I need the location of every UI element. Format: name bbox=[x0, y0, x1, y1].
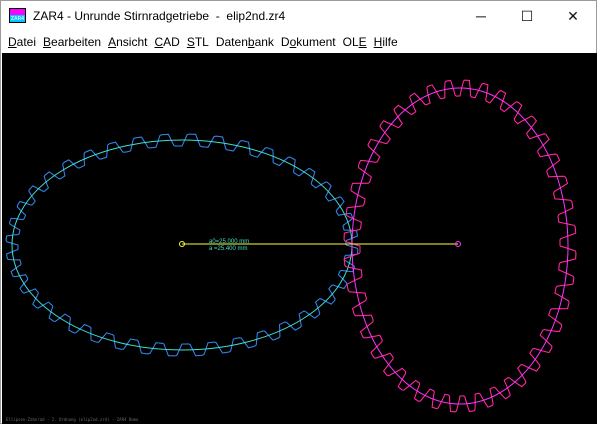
drawing-status-text: Ellipsen-Zahnrad - 2. Ordnung (elip2nd.z… bbox=[6, 417, 139, 422]
tooth-profile bbox=[5, 133, 359, 357]
menu-item[interactable]: Datei bbox=[1, 35, 36, 49]
actual-distance-label: a =25.400 mm bbox=[209, 246, 248, 252]
menu-item[interactable]: Bearbeiten bbox=[36, 35, 101, 49]
app-icon-text: ZAR4 bbox=[11, 16, 25, 22]
gear1-teeth bbox=[5, 133, 359, 357]
minimize-button[interactable]: ─ bbox=[458, 1, 504, 31]
maximize-button[interactable]: ☐ bbox=[504, 1, 550, 31]
title-bar[interactable]: ZAR4 ZAR4 - Unrunde Stirnradgetriebe - e… bbox=[1, 1, 596, 31]
maximize-icon: ☐ bbox=[520, 7, 534, 24]
menu-item[interactable]: OLE bbox=[336, 35, 367, 49]
app-icon: ZAR4 bbox=[9, 8, 26, 23]
close-button[interactable]: ✕ bbox=[550, 1, 596, 31]
close-icon: ✕ bbox=[567, 7, 579, 24]
drawing-canvas[interactable]: a0=25.000 mm a =25.400 mm Ellipsen-Zahnr… bbox=[2, 53, 597, 424]
gear1-pitch-curve bbox=[5, 133, 359, 357]
menu-item[interactable]: CAD bbox=[147, 35, 179, 49]
center-distance-label: a0=25.000 mm bbox=[209, 239, 249, 245]
menu-item[interactable]: Dokument bbox=[274, 35, 336, 49]
menu-item[interactable]: Ansicht bbox=[101, 35, 147, 49]
menu-item[interactable]: Datenbank bbox=[209, 35, 274, 49]
window-title: ZAR4 - Unrunde Stirnradgetriebe - elip2n… bbox=[33, 9, 286, 23]
pitch-ellipse bbox=[11, 139, 353, 351]
tooth-flank-overlay bbox=[5, 133, 359, 357]
menu-item[interactable]: Hilfe bbox=[367, 35, 398, 49]
gear-drawing: a0=25.000 mm a =25.400 mm bbox=[5, 79, 577, 413]
app-window: ZAR4 ZAR4 - Unrunde Stirnradgetriebe - e… bbox=[0, 0, 597, 424]
menu-bar: Datei Bearbeiten Ansicht CAD STL Datenbank Dok… bbox=[1, 31, 596, 52]
minimize-icon: ─ bbox=[476, 8, 486, 24]
menu-item[interactable]: STL bbox=[180, 35, 209, 49]
